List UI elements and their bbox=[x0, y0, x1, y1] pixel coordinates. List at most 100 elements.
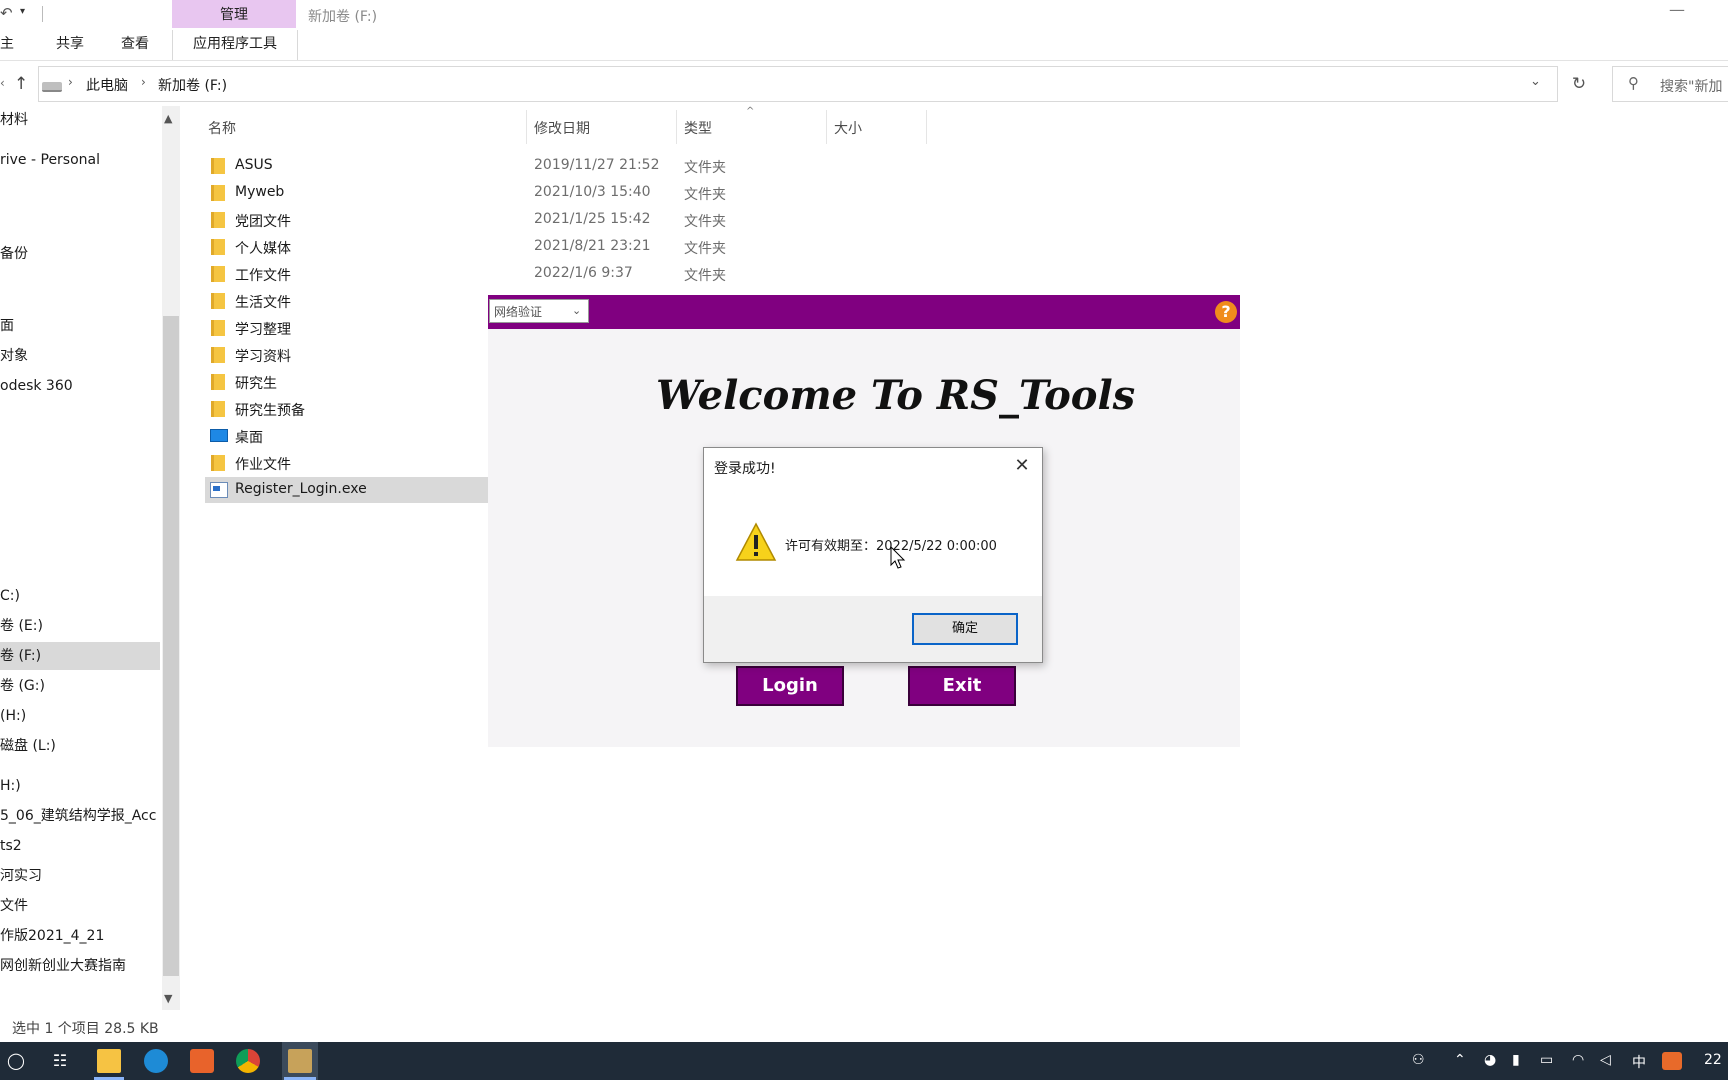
people-icon[interactable]: ⚇ bbox=[1412, 1052, 1425, 1068]
list-item[interactable]: 作业文件 bbox=[205, 450, 490, 476]
file-name: 个人媒体 bbox=[235, 241, 291, 257]
folder-icon bbox=[211, 347, 225, 363]
rs-tools-app-icon[interactable] bbox=[288, 1049, 312, 1073]
list-item[interactable]: 桌面 bbox=[205, 423, 490, 449]
nav-item-drive-c[interactable]: C:) bbox=[0, 582, 160, 610]
file-name: 研究生预备 bbox=[235, 403, 305, 419]
quick-access-dropdown-icon[interactable]: ▾ bbox=[20, 6, 25, 17]
rs-tools-header bbox=[488, 295, 1240, 329]
breadcrumb-drive[interactable]: 新加卷 (F:) bbox=[158, 75, 227, 95]
divider bbox=[526, 110, 527, 144]
file-modified: 2022/1/6 9:37 bbox=[534, 265, 633, 281]
ime-indicator[interactable]: 中 bbox=[1632, 1052, 1646, 1072]
nav-item[interactable]: 5_06_建筑结构学报_Acc bbox=[0, 802, 160, 830]
battery-icon[interactable]: ▭ bbox=[1540, 1052, 1553, 1068]
list-item[interactable]: ASUS bbox=[205, 153, 490, 179]
tab-application-tools[interactable]: 应用程序工具 bbox=[172, 30, 298, 60]
task-view-icon[interactable]: ☷ bbox=[48, 1049, 72, 1073]
up-arrow-icon[interactable]: ↑ bbox=[14, 74, 32, 94]
undo-icon[interactable]: ↶ bbox=[0, 4, 16, 22]
nav-item[interactable]: 材料 bbox=[0, 106, 160, 134]
qq-icon[interactable]: ◕ bbox=[1484, 1052, 1496, 1068]
welcome-heading: Welcome To RS_Tools bbox=[656, 372, 1136, 419]
file-name: 桌面 bbox=[235, 430, 263, 446]
column-header-name[interactable]: 名称 bbox=[208, 118, 236, 138]
refresh-icon[interactable]: ↻ bbox=[1566, 67, 1592, 101]
scroll-up-icon[interactable]: ▲ bbox=[164, 112, 172, 125]
search-icon: ⚲ bbox=[1628, 74, 1639, 92]
nav-item[interactable]: 对象 bbox=[0, 342, 160, 370]
nav-item-drive-g[interactable]: 卷 (G:) bbox=[0, 672, 160, 700]
list-item[interactable]: 学习资料 bbox=[205, 342, 490, 368]
nav-item[interactable]: 面 bbox=[0, 312, 160, 340]
file-name: Register_Login.exe bbox=[235, 481, 367, 497]
list-item[interactable]: 研究生 bbox=[205, 369, 490, 395]
nav-item[interactable]: 网创新创业大赛指南 bbox=[0, 952, 160, 980]
wifi-icon[interactable]: ◠ bbox=[1572, 1052, 1584, 1068]
edge-browser-icon[interactable] bbox=[144, 1049, 168, 1073]
chevron-up-icon[interactable]: ⌃ bbox=[1454, 1052, 1466, 1068]
login-button[interactable]: Login bbox=[736, 666, 844, 706]
volume-icon[interactable]: ◁ bbox=[1600, 1052, 1611, 1068]
tab-share[interactable]: 共享 bbox=[56, 30, 84, 60]
nav-item[interactable]: odesk 360 bbox=[0, 372, 160, 400]
file-type: 文件夹 bbox=[684, 160, 726, 176]
exit-button[interactable]: Exit bbox=[908, 666, 1016, 706]
nav-item-drive-f[interactable]: 卷 (F:) bbox=[0, 642, 160, 670]
scroll-down-icon[interactable]: ▼ bbox=[164, 992, 172, 1005]
list-item[interactable]: Myweb bbox=[205, 180, 490, 206]
chrome-icon[interactable] bbox=[236, 1049, 260, 1073]
scrollbar-thumb[interactable] bbox=[163, 316, 179, 976]
address-bar[interactable] bbox=[38, 66, 1558, 102]
tab-home[interactable]: 主页 bbox=[0, 30, 26, 60]
minimize-button[interactable]: — bbox=[1662, 0, 1692, 24]
list-item[interactable]: 生活文件 bbox=[205, 288, 490, 314]
column-header-type[interactable]: 类型 bbox=[684, 118, 712, 138]
list-item[interactable]: 个人媒体 bbox=[205, 234, 490, 260]
breadcrumb-this-pc[interactable]: 此电脑 bbox=[86, 75, 128, 95]
nav-item-drive-h[interactable]: (H:) bbox=[0, 702, 160, 730]
help-icon[interactable]: ? bbox=[1215, 301, 1237, 323]
close-icon[interactable]: ✕ bbox=[1010, 454, 1034, 478]
nav-item-drive-e[interactable]: 卷 (E:) bbox=[0, 612, 160, 640]
nav-item[interactable]: 作版2021_4_21 bbox=[0, 922, 160, 950]
file-name: 学习资料 bbox=[235, 349, 291, 365]
file-name: 生活文件 bbox=[235, 295, 291, 311]
divider bbox=[0, 60, 1728, 61]
app-icon[interactable] bbox=[190, 1049, 214, 1073]
divider bbox=[826, 110, 827, 144]
file-type: 文件夹 bbox=[684, 268, 726, 284]
nav-item[interactable]: 备份 bbox=[0, 240, 160, 268]
file-explorer-icon[interactable] bbox=[97, 1049, 121, 1073]
list-item[interactable]: 研究生预备 bbox=[205, 396, 490, 422]
sogou-ime-icon[interactable] bbox=[1662, 1052, 1682, 1070]
tab-view[interactable]: 查看 bbox=[121, 30, 149, 60]
clock[interactable]: 22 bbox=[1704, 1052, 1722, 1068]
file-type: 文件夹 bbox=[684, 214, 726, 230]
nav-item[interactable]: rive - Personal bbox=[0, 146, 160, 174]
ok-button[interactable]: 确定 bbox=[912, 613, 1018, 645]
list-item[interactable]: 学习整理 bbox=[205, 315, 490, 341]
chevron-down-icon[interactable]: ⌄ bbox=[1530, 74, 1541, 89]
nav-item[interactable]: 文件 bbox=[0, 892, 160, 920]
microphone-icon[interactable]: ▮ bbox=[1512, 1052, 1520, 1068]
list-item[interactable]: 党团文件 bbox=[205, 207, 490, 233]
sort-ascending-icon: ^ bbox=[746, 106, 755, 117]
window-title: 新加卷 (F:) bbox=[308, 9, 378, 25]
back-icon[interactable]: ‹ bbox=[0, 76, 5, 90]
chevron-right-icon[interactable]: › bbox=[68, 75, 73, 89]
search-icon[interactable]: ◯ bbox=[4, 1049, 28, 1073]
nav-item-drive-l[interactable]: 磁盘 (L:) bbox=[0, 732, 160, 760]
file-type: 文件夹 bbox=[684, 241, 726, 257]
column-header-size[interactable]: 大小 bbox=[834, 118, 862, 138]
nav-item[interactable]: 河实习 bbox=[0, 862, 160, 890]
verification-mode-value: 网络验证 bbox=[494, 305, 543, 319]
list-item[interactable]: 工作文件 bbox=[205, 261, 490, 287]
message-box-title: 登录成功! bbox=[714, 461, 776, 477]
chevron-down-icon[interactable]: ⌄ bbox=[572, 304, 581, 317]
column-header-modified[interactable]: 修改日期 bbox=[534, 118, 590, 138]
nav-item[interactable]: H:) bbox=[0, 772, 160, 800]
nav-item[interactable]: ts2 bbox=[0, 832, 160, 860]
list-item-selected[interactable]: Register_Login.exe bbox=[205, 477, 490, 503]
chevron-right-icon[interactable]: › bbox=[141, 75, 146, 89]
